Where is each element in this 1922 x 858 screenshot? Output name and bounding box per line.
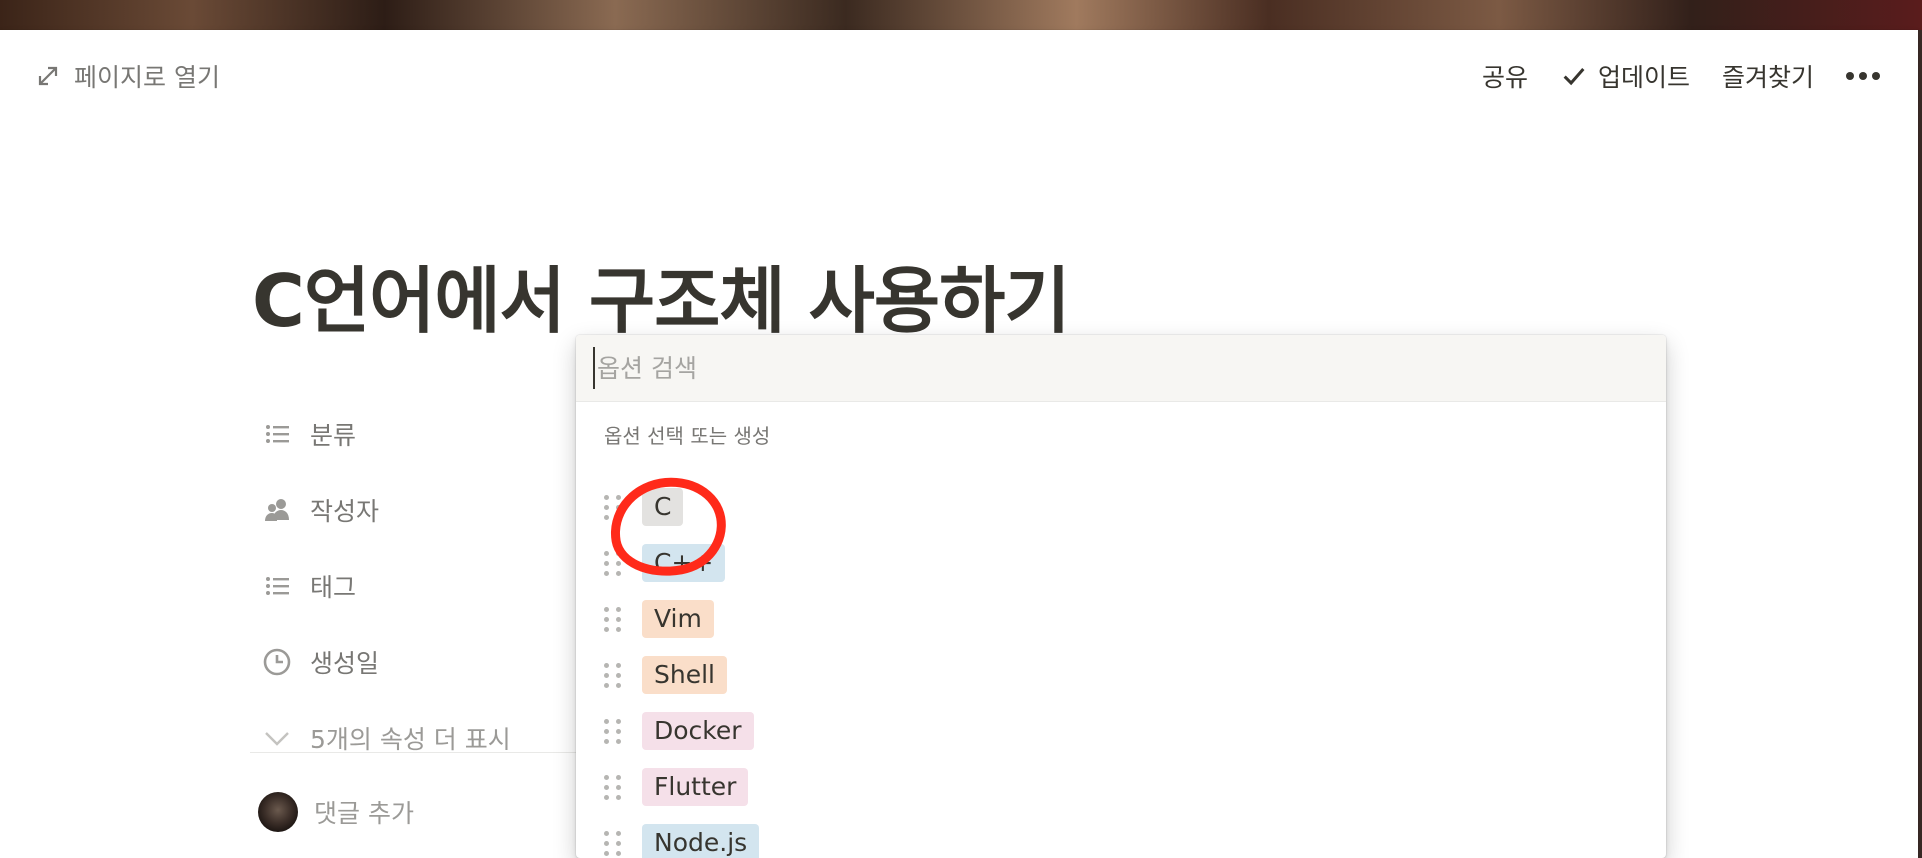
- option-tag[interactable]: Node.js: [642, 824, 760, 858]
- options-list: C C++ Vim Shell Docker Flutter Node.js: [604, 479, 760, 858]
- option-tag[interactable]: C: [642, 488, 684, 526]
- property-label: 태그: [310, 573, 357, 602]
- chevron-down-icon: [262, 723, 292, 753]
- property-author[interactable]: 작성자: [262, 472, 511, 548]
- option-item[interactable]: Vim: [604, 591, 759, 647]
- drag-handle-icon[interactable]: [604, 773, 624, 801]
- share-label: 공유: [1481, 63, 1528, 92]
- option-item[interactable]: Shell: [604, 647, 759, 703]
- topbar-actions: 공유 업데이트 즐겨찾기: [1482, 56, 1880, 96]
- option-tag[interactable]: Flutter: [642, 768, 749, 806]
- property-category[interactable]: 분류: [262, 396, 511, 472]
- property-label: 분류: [310, 421, 357, 450]
- option-item[interactable]: Flutter: [604, 759, 759, 815]
- dot: [1846, 72, 1854, 80]
- property-label: 생성일: [310, 649, 380, 678]
- properties-list: 분류 작성자 태그 생성일 5개의 속성 더 표시: [262, 396, 511, 776]
- show-more-properties[interactable]: 5개의 속성 더 표시: [262, 700, 511, 776]
- more-options-icon[interactable]: [1846, 72, 1880, 80]
- option-tag[interactable]: Docker: [642, 712, 754, 750]
- background-edge: [1918, 30, 1922, 858]
- property-label: 작성자: [310, 497, 380, 526]
- expand-arrows-icon: [38, 66, 58, 86]
- avatar: [258, 792, 298, 832]
- show-more-label: 5개의 속성 더 표시: [310, 725, 511, 754]
- open-as-page-button[interactable]: 페이지로 열기: [36, 58, 220, 94]
- add-comment-placeholder: 댓글 추가: [314, 799, 414, 828]
- option-search-input[interactable]: [593, 347, 1647, 389]
- topbar: 페이지로 열기 공유 업데이트 즐겨찾기: [0, 30, 1918, 120]
- favorite-button[interactable]: 즐겨찾기: [1722, 58, 1814, 94]
- favorite-label: 즐겨찾기: [1721, 63, 1814, 92]
- option-tag[interactable]: Vim: [642, 600, 714, 638]
- option-tag[interactable]: C++: [642, 544, 726, 582]
- add-comment[interactable]: 댓글 추가: [258, 792, 414, 832]
- people-icon: [262, 495, 292, 525]
- open-as-page-label: 페이지로 열기: [74, 63, 220, 92]
- updates-label: 업데이트: [1597, 63, 1690, 92]
- option-item[interactable]: C: [604, 479, 759, 535]
- property-tags[interactable]: 태그: [262, 548, 511, 624]
- page-title[interactable]: C언어에서 구조체 사용하기: [252, 242, 1071, 347]
- option-item[interactable]: Docker: [604, 703, 759, 759]
- drag-handle-icon[interactable]: [604, 829, 624, 857]
- option-tag[interactable]: Shell: [642, 656, 727, 694]
- option-item[interactable]: C++: [604, 535, 759, 591]
- share-button[interactable]: 공유: [1482, 58, 1528, 94]
- drag-handle-icon[interactable]: [604, 717, 624, 745]
- divider: [250, 752, 580, 753]
- check-icon: [1563, 68, 1585, 86]
- property-created[interactable]: 생성일: [262, 624, 511, 700]
- dot: [1872, 72, 1880, 80]
- drag-handle-icon[interactable]: [604, 661, 624, 689]
- updates-button[interactable]: 업데이트: [1560, 58, 1690, 94]
- section-label: 옵션 선택 또는 생성: [604, 424, 771, 448]
- drag-handle-icon[interactable]: [604, 605, 624, 633]
- dot: [1859, 72, 1867, 80]
- drag-handle-icon[interactable]: [604, 549, 624, 577]
- clock-icon: [262, 647, 292, 677]
- background-cover: [0, 0, 1922, 30]
- option-select-popup: 옵션 선택 또는 생성 C C++ Vim Shell Docker Flutt…: [576, 335, 1666, 858]
- list-icon: [262, 419, 292, 449]
- search-area: [576, 335, 1666, 402]
- option-item[interactable]: Node.js: [604, 815, 760, 858]
- list-icon: [262, 571, 292, 601]
- drag-handle-icon[interactable]: [604, 493, 624, 521]
